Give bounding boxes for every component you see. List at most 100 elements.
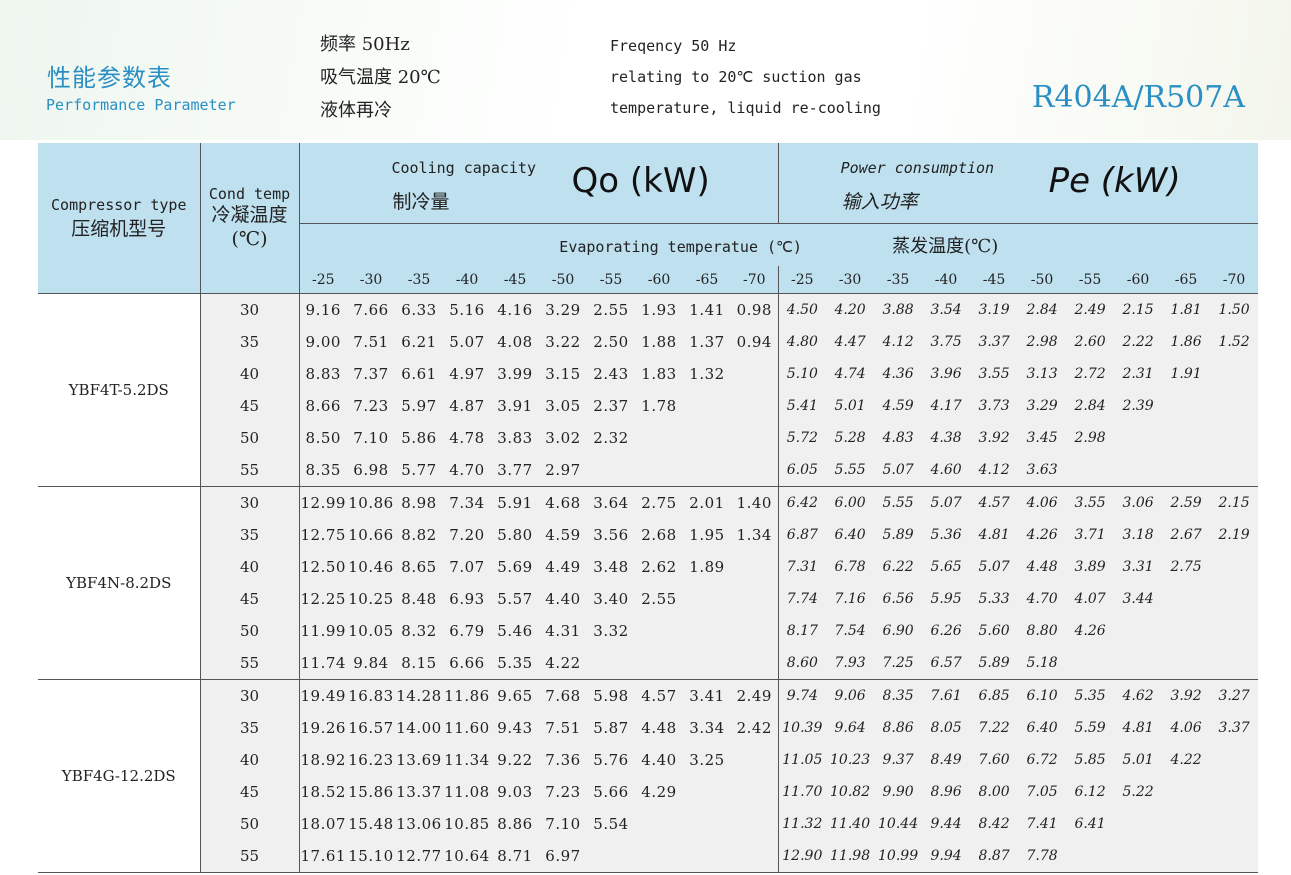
- cooling-capacity-cell: [683, 583, 731, 615]
- cooling-capacity-cell: 3.25: [683, 744, 731, 776]
- table-row: 40 8.83 7.37 6.61 4.97 3.99 3.15 2.43 1.83 1.32 5.…: [38, 358, 1258, 390]
- cooling-capacity-cell: 3.41: [683, 679, 731, 712]
- power-consumption-cell: 4.81: [970, 519, 1019, 551]
- cond-temp-en: Cond temp: [208, 185, 291, 203]
- cooling-capacity-cell: 8.82: [395, 519, 443, 551]
- refrigerant-label: R404A/R507A: [1031, 80, 1245, 115]
- cooling-capacity-cell: 2.50: [587, 326, 635, 358]
- table-row: 55 11.74 9.84 8.15 6.66 5.35 4.22 8.60 7.93 7.25 6…: [38, 647, 1258, 680]
- power-consumption-cell: 4.36: [874, 358, 923, 390]
- cooling-capacity-cell: 11.99: [299, 615, 347, 647]
- power-consumption-cell: 2.60: [1066, 326, 1115, 358]
- power-consumption-cell: 1.52: [1210, 326, 1258, 358]
- cooling-capacity-cell: [683, 840, 731, 873]
- power-consumption-cell: 2.19: [1210, 519, 1258, 551]
- cooling-capacity-cell: 4.59: [539, 519, 587, 551]
- power-consumption-cell: 4.80: [778, 326, 827, 358]
- cooling-capacity-cell: 7.23: [539, 776, 587, 808]
- power-consumption-cell: 2.98: [1066, 422, 1115, 454]
- cooling-capacity-cell: 12.25: [299, 583, 347, 615]
- cond-temp-cell: 40: [200, 744, 300, 776]
- power-consumption-cell: 2.67: [1162, 519, 1211, 551]
- power-consumption-cell: 9.64: [826, 712, 875, 744]
- power-consumption-symbol: Pe (kW): [1048, 161, 1181, 201]
- cooling-capacity-cell: 8.66: [299, 390, 347, 422]
- cooling-capacity-cell: 10.05: [347, 615, 395, 647]
- cooling-capacity-cell: 5.86: [395, 422, 443, 454]
- power-consumption-cell: 9.94: [922, 840, 971, 873]
- power-consumption-cell: 7.16: [826, 583, 875, 615]
- power-consumption-cell: 3.63: [1018, 454, 1067, 487]
- performance-table: Compressor type 压缩机型号 Cond temp 冷凝温度 (℃)…: [38, 143, 1258, 873]
- power-consumption-cell: [1114, 422, 1163, 454]
- cooling-capacity-cell: 4.22: [539, 647, 587, 680]
- power-consumption-cell: 6.57: [922, 647, 971, 680]
- power-evap-temp-header: -45: [970, 266, 1019, 294]
- power-consumption-cell: 12.90: [778, 840, 827, 873]
- cooling-capacity-cell: 5.80: [491, 519, 539, 551]
- power-evap-temp-header: -55: [1066, 266, 1115, 294]
- cond-temp-cell: 55: [200, 454, 300, 487]
- cooling-capacity-cell: 7.34: [443, 486, 491, 519]
- cooling-capacity-cell: 5.54: [587, 808, 635, 840]
- power-consumption-cell: [1210, 615, 1258, 647]
- condition-en-3: temperature, liquid re-cooling: [610, 99, 881, 117]
- cond-temp-cell: 40: [200, 551, 300, 583]
- cooling-capacity-cell: 18.07: [299, 808, 347, 840]
- power-consumption-cell: 4.26: [1018, 519, 1067, 551]
- cooling-capacity-cell: 2.55: [587, 293, 635, 326]
- cooling-capacity-cell: 4.87: [443, 390, 491, 422]
- power-consumption-cell: 9.44: [922, 808, 971, 840]
- power-consumption-cell: [1210, 358, 1258, 390]
- cooling-capacity-cell: 6.97: [539, 840, 587, 873]
- cond-temp-header: Cond temp 冷凝温度 (℃): [200, 143, 300, 294]
- cooling-capacity-cell: 3.64: [587, 486, 635, 519]
- power-consumption-cell: 6.90: [874, 615, 923, 647]
- table-row: 35 9.00 7.51 6.21 5.07 4.08 3.22 2.50 1.88 1.37 0.…: [38, 326, 1258, 358]
- cooling-capacity-cell: [731, 615, 779, 647]
- power-consumption-cell: 3.45: [1018, 422, 1067, 454]
- cooling-capacity-cell: 9.65: [491, 679, 539, 712]
- cooling-capacity-cell: 10.64: [443, 840, 491, 873]
- power-consumption-cell: 7.60: [970, 744, 1019, 776]
- power-consumption-cell: 5.07: [874, 454, 923, 487]
- power-consumption-cell: 3.13: [1018, 358, 1067, 390]
- power-consumption-cell: 3.18: [1114, 519, 1163, 551]
- power-consumption-cell: 6.12: [1066, 776, 1115, 808]
- cooling-capacity-cell: 5.35: [491, 647, 539, 680]
- power-consumption-cell: [1210, 776, 1258, 808]
- power-consumption-cell: 4.12: [970, 454, 1019, 487]
- cond-temp-cell: 30: [200, 293, 300, 326]
- cooling-capacity-cell: 7.37: [347, 358, 395, 390]
- condition-en-2: relating to 20℃ suction gas: [610, 68, 862, 86]
- power-consumption-cell: 4.06: [1162, 712, 1211, 744]
- power-consumption-cell: 1.91: [1162, 358, 1211, 390]
- power-consumption-cell: 11.40: [826, 808, 875, 840]
- power-consumption-cell: 9.37: [874, 744, 923, 776]
- cond-temp-cell: 40: [200, 358, 300, 390]
- table-row: 35 19.26 16.57 14.00 11.60 9.43 7.51 5.87 4.48 3.…: [38, 712, 1258, 744]
- cooling-capacity-cell: 0.98: [731, 293, 779, 326]
- cooling-capacity-cell: 6.79: [443, 615, 491, 647]
- power-consumption-cell: 5.95: [922, 583, 971, 615]
- cooling-capacity-cell: 5.69: [491, 551, 539, 583]
- power-consumption-cell: 8.86: [874, 712, 923, 744]
- cooling-capacity-cell: 16.57: [347, 712, 395, 744]
- cooling-capacity-cell: [635, 647, 683, 680]
- cooling-capacity-cell: 8.98: [395, 486, 443, 519]
- power-consumption-cell: 10.23: [826, 744, 875, 776]
- power-consumption-cell: 8.87: [970, 840, 1019, 873]
- cooling-capacity-cell: [731, 454, 779, 487]
- power-consumption-cell: 7.93: [826, 647, 875, 680]
- performance-table-container: Compressor type 压缩机型号 Cond temp 冷凝温度 (℃)…: [38, 143, 1258, 875]
- cooling-capacity-cell: 4.57: [635, 679, 683, 712]
- power-consumption-cell: 5.65: [922, 551, 971, 583]
- power-consumption-cell: [1162, 647, 1211, 680]
- power-consumption-cn: 输入功率: [841, 191, 918, 213]
- power-consumption-cell: 8.17: [778, 615, 827, 647]
- cooling-capacity-cell: [731, 647, 779, 680]
- cooling-capacity-cell: 5.97: [395, 390, 443, 422]
- table-row: YBF4T-5.2DS 30 9.16 7.66 6.33 5.16 4.16 3.29 2.5…: [38, 293, 1258, 487]
- cooling-capacity-cell: 2.97: [539, 454, 587, 487]
- power-consumption-cell: 6.78: [826, 551, 875, 583]
